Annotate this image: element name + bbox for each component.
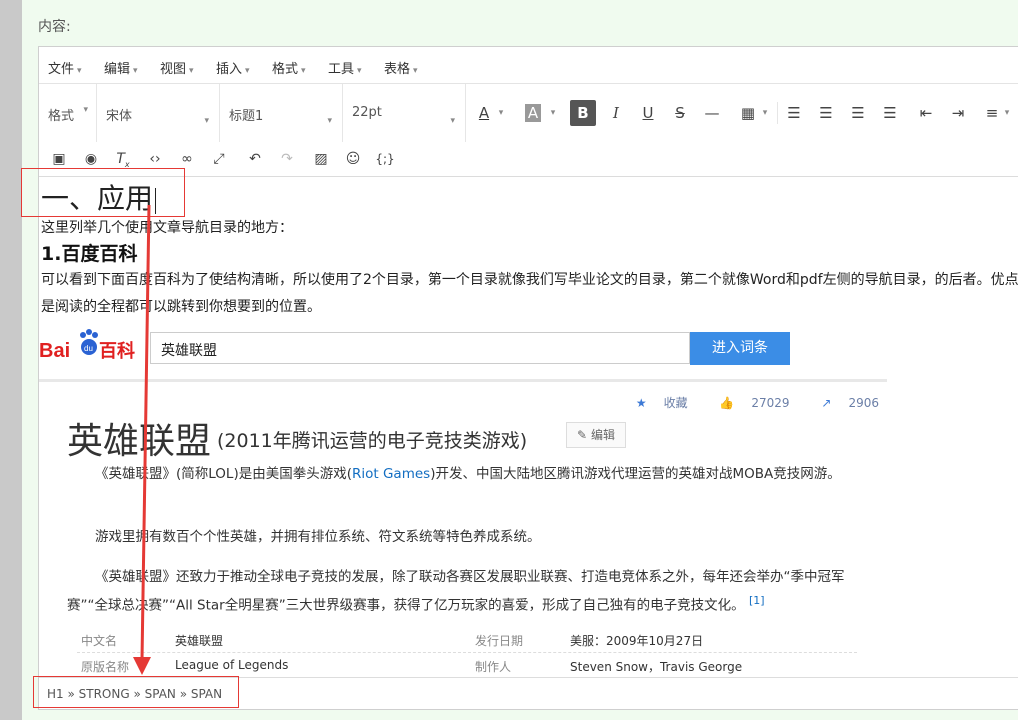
menu-edit[interactable]: 编辑 ▾ (104, 58, 138, 77)
info-value: 英雄联盟 (175, 634, 224, 648)
edit-label: 编辑 (590, 428, 615, 442)
font-size-dropdown[interactable]: 22pt ▾ (343, 84, 466, 142)
chevron-down-icon[interactable]: ▾ (759, 100, 771, 126)
collect-label: 收藏 (663, 396, 688, 410)
menu-table[interactable]: 表格 ▾ (384, 58, 418, 77)
pencil-icon: ✎ (577, 428, 588, 442)
baike-search-input[interactable]: 英雄联盟 (150, 332, 690, 364)
chevron-down-icon[interactable]: ▾ (495, 100, 507, 126)
editor-content[interactable]: 一、应用 这里列举几个使用文章导航目录的地方： 1.百度百科 可以看到下面百度百… (39, 177, 1018, 677)
align-justify-icon[interactable]: ☰ (877, 100, 903, 126)
info-value: 美服：2009年10月27日 (570, 634, 704, 648)
font-family-dropdown[interactable]: 宋体 ▾ (97, 84, 220, 142)
info-value: Steven Snow，Travis George (570, 660, 743, 674)
clear-format-icon[interactable]: Tx (112, 148, 134, 170)
rich-text-editor: 文件 ▾ 编辑 ▾ 视图 ▾ 插入 ▾ 格式 ▾ 工具 ▾ 表格 ▾ 格式 ▾ 宋体 ▾ 标题… (38, 46, 1018, 710)
info-key: 发行日期 (475, 634, 524, 648)
align-left-icon[interactable]: ☰ (781, 100, 807, 126)
entry-paragraph-1: 《英雄联盟》(简称LOL)是由美国拳头游戏(Riot Games)开发、中国大陆… (95, 466, 841, 482)
chevron-down-icon[interactable]: ▾ (1001, 100, 1013, 126)
chevron-down-icon[interactable]: ▾ (547, 100, 559, 126)
entry-paragraph-3: 《英雄联盟》还致力于推动全球电子竞技的发展，除了联动各赛区发展职业联赛、打造电竞… (67, 569, 845, 614)
preview-eye-icon[interactable]: ◉ (80, 148, 102, 170)
code-sample-icon[interactable]: {;} (374, 148, 396, 170)
underline-icon[interactable]: U (635, 100, 661, 126)
share-action[interactable]: ↗ 2906 (807, 396, 879, 410)
text-color-icon[interactable]: A (471, 100, 497, 126)
menu-tools[interactable]: 工具 ▾ (328, 58, 362, 77)
format-dropdown-label: 格式 (48, 109, 75, 124)
enter-entry-button[interactable]: 进入词条 (690, 332, 790, 365)
left-gutter (0, 0, 22, 720)
share-icon: ↗ (821, 396, 832, 410)
svg-text:Bai: Bai (39, 340, 70, 362)
like-action[interactable]: 👍 27029 (705, 396, 789, 410)
italic-icon[interactable]: I (603, 100, 629, 126)
info-key: 制作人 (475, 660, 512, 674)
menu-file[interactable]: 文件 ▾ (48, 58, 82, 77)
menubar: 文件 ▾ 编辑 ▾ 视图 ▾ 插入 ▾ 格式 ▾ 工具 ▾ 表格 ▾ (39, 47, 1018, 84)
heading-dropdown[interactable]: 标题1 ▾ (220, 84, 343, 142)
content-label: 内容: (38, 19, 71, 35)
like-count: 27029 (751, 396, 790, 410)
riot-games-link[interactable]: Riot Games (352, 466, 430, 482)
chevron-down-icon: ▾ (204, 116, 209, 126)
link-icon[interactable]: ∞ (176, 148, 198, 170)
undo-icon[interactable]: ↶ (244, 148, 266, 170)
emoji-icon[interactable]: ☺ (342, 148, 364, 170)
reference-link[interactable]: [1] (749, 594, 765, 607)
strikethrough-icon[interactable]: S (667, 100, 693, 126)
table-icon[interactable]: ▦ (735, 100, 761, 126)
baidu-baike-logo: Bai du 百科 (39, 329, 135, 362)
font-family-label: 宋体 (106, 109, 133, 124)
source-code-icon[interactable]: ‹› (144, 148, 166, 170)
outdent-icon[interactable]: ⇤ (913, 100, 939, 126)
fullscreen-icon[interactable]: ⤢ (208, 148, 230, 170)
baike-entry-card: ★ 收藏 👍 27029 ↗ 2906 英雄联盟 (2011年腾讯运营的电子竞技类游戏… (39, 382, 887, 677)
align-right-icon[interactable]: ☰ (845, 100, 871, 126)
toolbar-row-1: 格式 ▾ 宋体 ▾ 标题1 ▾ 22pt ▾ A ▾ A ▾ B I U S —… (39, 84, 1018, 142)
format-dropdown[interactable]: 格式 ▾ (39, 84, 97, 142)
align-center-icon[interactable]: ☰ (813, 100, 839, 126)
annotation-box-heading (21, 168, 185, 217)
info-divider (77, 652, 857, 653)
entry-actions: ★ 收藏 👍 27029 ↗ 2906 (608, 394, 879, 411)
svg-text:du: du (84, 344, 93, 353)
star-icon: ★ (635, 396, 647, 410)
media-icon[interactable]: ▣ (48, 148, 70, 170)
entry-subtitle: (2011年腾讯运营的电子竞技类游戏) (217, 430, 528, 452)
collect-action[interactable]: ★ 收藏 (622, 396, 688, 410)
menu-insert[interactable]: 插入 ▾ (216, 58, 250, 77)
heading-2[interactable]: 1.百度百科 (41, 239, 137, 266)
annotation-arrow (133, 204, 151, 675)
heading-label: 标题1 (229, 109, 264, 124)
info-value: League of Legends (175, 658, 289, 672)
bold-icon[interactable]: B (570, 100, 596, 126)
redo-icon[interactable]: ↷ (276, 148, 298, 170)
share-count: 2906 (848, 396, 879, 410)
indent-icon[interactable]: ⇥ (945, 100, 971, 126)
thumbs-up-icon: 👍 (719, 396, 735, 410)
body-paragraph[interactable]: 可以看到下面百度百科为了使结构清晰，所以使用了2个目录，第一个目录就像我们写毕业… (41, 267, 1018, 321)
menu-view[interactable]: 视图 ▾ (160, 58, 194, 77)
chevron-down-icon: ▾ (450, 116, 455, 126)
toolbar-divider (777, 102, 778, 124)
baike-search-value: 英雄联盟 (161, 343, 217, 359)
toolbar-row-2: ▣ ◉ Tx ‹› ∞ ⤢ ↶ ↷ ▨ ☺ {;} (39, 143, 1018, 177)
entry-paragraph-2: 游戏里拥有数百个个性英雄，并拥有排位系统、符文系统等特色养成系统。 (95, 529, 541, 545)
font-size-label: 22pt (352, 105, 382, 120)
horizontal-rule-icon[interactable]: — (699, 100, 725, 126)
edit-entry-button[interactable]: ✎ 编辑 (566, 422, 626, 448)
intro-paragraph[interactable]: 这里列举几个使用文章导航目录的地方： (41, 217, 293, 237)
chevron-down-icon: ▾ (327, 116, 332, 126)
background-color-icon[interactable]: A (520, 100, 546, 126)
info-key: 中文名 (81, 634, 118, 648)
info-key: 原版名称 (81, 660, 130, 674)
chevron-down-icon: ▾ (83, 105, 88, 115)
annotation-box-statusbar (33, 676, 239, 708)
image-icon[interactable]: ▨ (310, 148, 332, 170)
menu-format[interactable]: 格式 ▾ (272, 58, 306, 77)
